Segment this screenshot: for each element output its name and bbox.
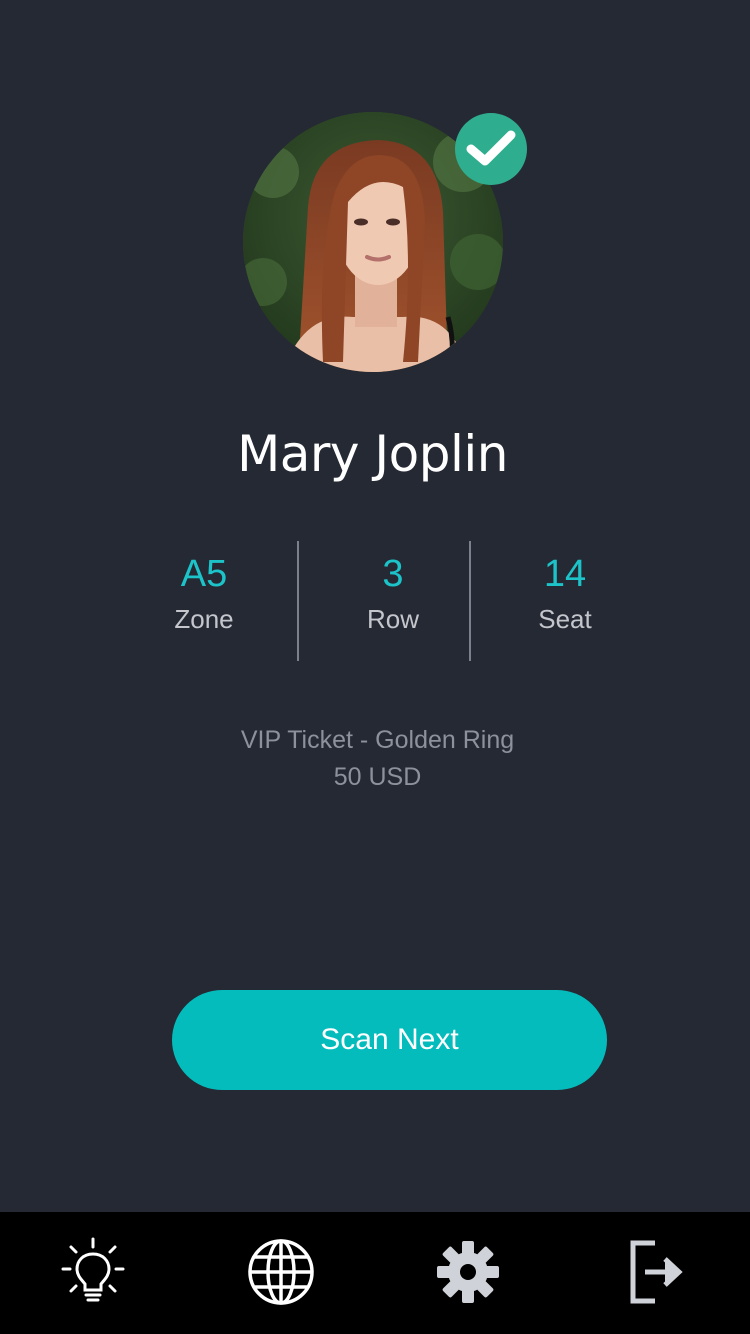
gear-icon[interactable] (430, 1234, 506, 1310)
row-label: Row (366, 604, 419, 634)
verified-check-icon (455, 113, 527, 185)
seat-value: 14 (543, 553, 587, 595)
seat-label: Seat (538, 604, 592, 634)
ticket-type: VIP Ticket - Golden Ring (240, 726, 515, 754)
ticket-check-screen: Mary Joplin A5 Zone 3 Row 14 Seat VIP Ti… (0, 0, 750, 1212)
lightbulb-icon[interactable] (55, 1234, 131, 1310)
row-value: 3 (382, 553, 404, 595)
scan-next-button[interactable]: Scan Next (172, 990, 607, 1090)
ticket-price: 50 USD (333, 763, 422, 791)
globe-icon[interactable] (243, 1234, 319, 1310)
attendee-name: Mary Joplin (237, 425, 508, 483)
bottom-tab-bar (0, 1212, 750, 1334)
zone-value: A5 (180, 553, 228, 595)
seat-stat: 14 Seat (465, 552, 665, 636)
logout-icon[interactable] (618, 1234, 694, 1310)
zone-label: Zone (174, 604, 234, 634)
row-stat: 3 Row (293, 552, 493, 636)
zone-stat: A5 Zone (104, 552, 304, 636)
